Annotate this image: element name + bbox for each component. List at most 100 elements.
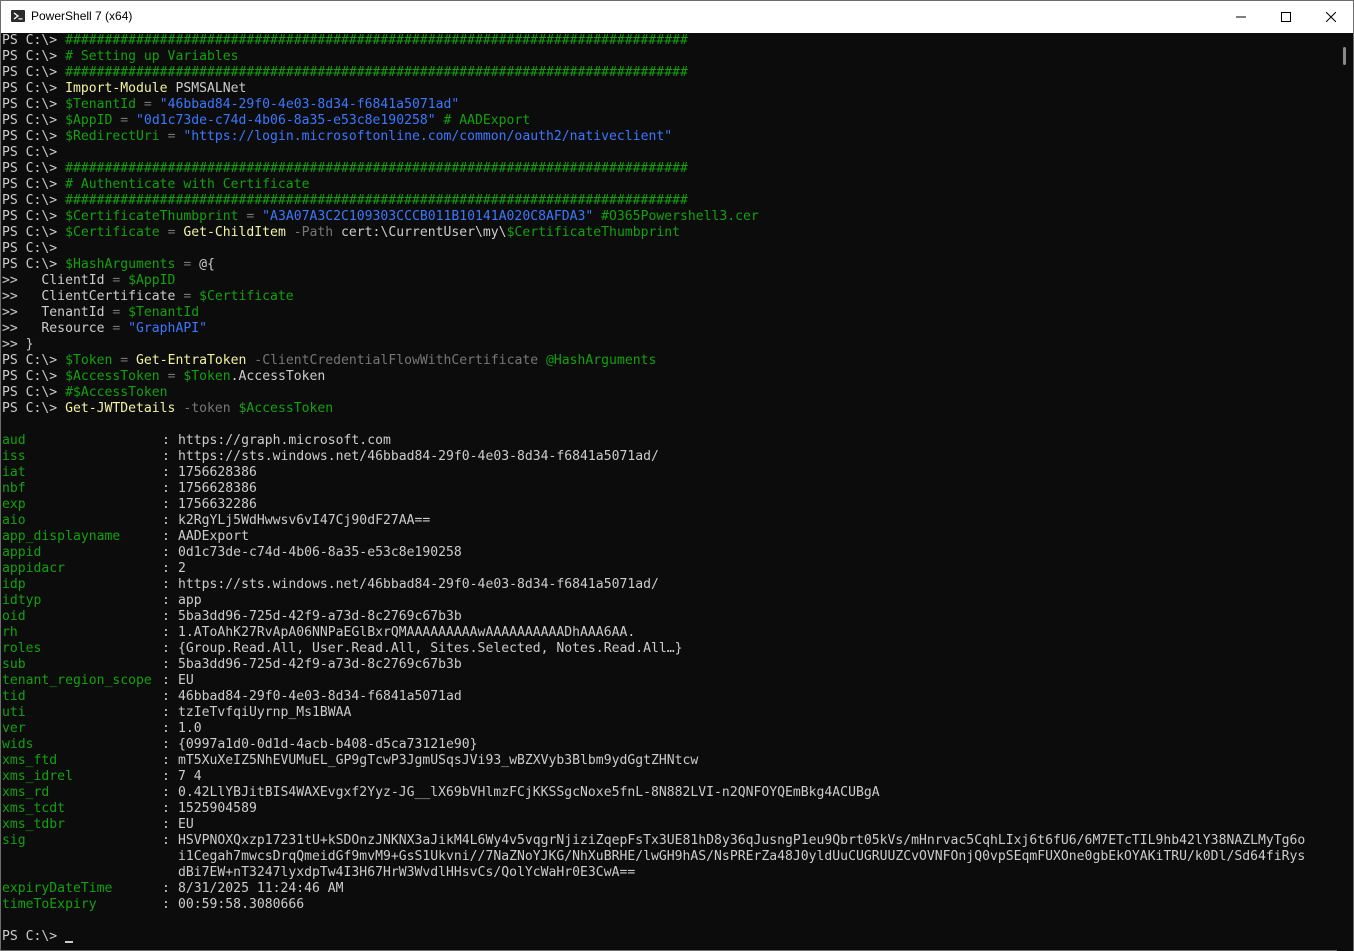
output-row: xms_idrel: 7 4 xyxy=(2,769,202,785)
token: = xyxy=(159,129,184,144)
command-line: PS C:\> #$AccessToken xyxy=(2,385,168,401)
separator: : xyxy=(162,577,178,592)
token: PS C:\> xyxy=(2,193,66,208)
separator: : xyxy=(162,657,178,672)
separator: : xyxy=(162,833,178,848)
command-line: PS C:\> xyxy=(2,241,65,257)
window-title: PowerShell 7 (x64) xyxy=(31,9,133,23)
token: $AppID xyxy=(128,273,176,288)
command-line: >> Resource = "GraphAPI" xyxy=(2,321,207,337)
separator: : xyxy=(162,625,178,640)
output-row: idtyp: app xyxy=(2,593,202,609)
jwt-claim-key: sub xyxy=(2,657,26,672)
command-line: PS C:\> # Authenticate with Certificate xyxy=(2,177,309,193)
jwt-claim-key: appidacr xyxy=(2,561,66,576)
token: $Token xyxy=(183,369,231,384)
output-row: exp: 1756632286 xyxy=(2,497,257,513)
separator xyxy=(162,865,178,881)
command-line: PS C:\> ################################… xyxy=(2,193,688,209)
token: $Certificate xyxy=(199,289,294,304)
jwt-claim-key: appid xyxy=(2,545,42,560)
separator: : xyxy=(162,641,178,656)
jwt-claim-value: 1.AToAhK27RvApA06NNPaEGlBxrQMAAAAAAAAAwA… xyxy=(178,625,636,640)
token: = xyxy=(112,353,137,368)
token: "0d1c73de-c74d-4b06-8a35-e53c8e190258" xyxy=(136,113,436,128)
separator: : xyxy=(162,897,178,912)
token: $RedirectUri xyxy=(65,129,160,144)
command-line: PS C:\> xyxy=(2,145,65,161)
jwt-claim-value: https://sts.windows.net/46bbad84-29f0-4e… xyxy=(178,449,659,464)
command-line: PS C:\> ################################… xyxy=(2,33,688,49)
separator: : xyxy=(162,545,178,560)
token: PS C:\> xyxy=(2,257,66,272)
separator: : xyxy=(162,785,178,800)
output-row: sub: 5ba3dd96-725d-42f9-a73d-8c2769c67b3… xyxy=(2,657,462,673)
command-line: PS C:\> $Token = Get-EntraToken -ClientC… xyxy=(2,353,656,369)
token: = xyxy=(104,305,129,320)
jwt-claim-value: {Group.Read.All, User.Read.All, Sites.Se… xyxy=(178,641,683,656)
token: $HashArguments xyxy=(65,257,176,272)
jwt-claim-key: xms_idrel xyxy=(2,769,73,784)
token: PSMSALNet xyxy=(167,81,247,96)
token: = xyxy=(104,273,129,288)
command-line: PS C:\> # Setting up Variables xyxy=(2,49,239,65)
jwt-claim-value: HSVPNOXQxzp17231tU+kSDOnzJNKNX3aJikM4L6W… xyxy=(178,833,1306,848)
separator: : xyxy=(162,769,178,784)
token: @{ xyxy=(199,257,215,272)
jwt-claim-value: k2RgYLj5WdHwwsv6vI47Cj90dF27AA== xyxy=(178,513,431,528)
output-row: appid: 0d1c73de-c74d-4b06-8a35-e53c8e190… xyxy=(2,545,462,561)
scrollbar-thumb[interactable] xyxy=(1343,47,1346,65)
separator: : xyxy=(162,801,178,816)
token: ########################################… xyxy=(65,65,688,80)
token: PS C:\> xyxy=(2,369,66,384)
command-line: PS C:\> $RedirectUri = "https://login.mi… xyxy=(2,129,672,145)
minimize-button[interactable] xyxy=(1218,1,1264,33)
token: PS C:\> xyxy=(2,401,66,416)
jwt-claim-key: sig xyxy=(2,833,26,848)
jwt-claim-key: ver xyxy=(2,721,26,736)
output-row: aio: k2RgYLj5WdHwwsv6vI47Cj90dF27AA== xyxy=(2,513,430,529)
jwt-claim-value: 1756628386 xyxy=(178,465,257,480)
separator: : xyxy=(162,737,178,752)
powershell-icon xyxy=(11,10,25,22)
command-line: PS C:\> $TenantId = "46bbad84-29f0-4e03-… xyxy=(2,97,459,113)
token: >> TenantId xyxy=(2,305,105,320)
jwt-claim-key: uti xyxy=(2,705,26,720)
token: $TenantId xyxy=(128,305,200,320)
output-row: timeToExpiry: 00:59:58.3080666 xyxy=(2,897,304,913)
token: cert:\CurrentUser\my\ xyxy=(333,225,507,240)
output-row: iss: https://sts.windows.net/46bbad84-29… xyxy=(2,449,659,465)
token: = xyxy=(175,257,200,272)
separator: : xyxy=(162,529,178,544)
token: "46bbad84-29f0-4e03-8d34-f6841a5071ad" xyxy=(159,97,460,112)
maximize-button[interactable] xyxy=(1263,1,1309,33)
token: Get-JWTDetails xyxy=(65,401,176,416)
token: PS C:\> xyxy=(2,49,66,64)
jwt-claim-value: 2 xyxy=(178,561,186,576)
separator: : xyxy=(162,705,178,720)
vertical-scrollbar[interactable] xyxy=(1337,33,1353,951)
command-line: >> } xyxy=(2,337,34,353)
prompt: PS C:\> xyxy=(2,929,66,944)
title-bar[interactable]: PowerShell 7 (x64) xyxy=(1,1,1353,33)
close-button[interactable] xyxy=(1308,1,1354,33)
command-line: >> ClientCertificate = $Certificate xyxy=(2,289,294,305)
jwt-claim-value: 00:59:58.3080666 xyxy=(178,897,305,912)
jwt-claim-key: rh xyxy=(2,625,18,640)
jwt-claim-key: timeToExpiry xyxy=(2,897,97,912)
terminal-output[interactable]: PS C:\> ################################… xyxy=(1,33,1337,951)
jwt-claim-key: idp xyxy=(2,577,26,592)
output-row: app_displayname: AADExport xyxy=(2,529,249,545)
jwt-claim-value: 0.42LlYBJitBIS4WAXEvgxf2Yyz-JG__lX69bVHl… xyxy=(178,785,880,800)
jwt-claim-value: EU xyxy=(178,673,194,688)
output-row: idp: https://sts.windows.net/46bbad84-29… xyxy=(2,577,659,593)
separator: : xyxy=(162,689,178,704)
token: PS C:\> xyxy=(2,177,66,192)
token: $AccessToken xyxy=(65,369,160,384)
separator: : xyxy=(162,609,178,624)
jwt-claim-key: iss xyxy=(2,449,26,464)
text-cursor xyxy=(65,941,74,943)
token: ########################################… xyxy=(65,193,688,208)
token: Get-ChildItem xyxy=(183,225,286,240)
separator: : xyxy=(162,513,178,528)
